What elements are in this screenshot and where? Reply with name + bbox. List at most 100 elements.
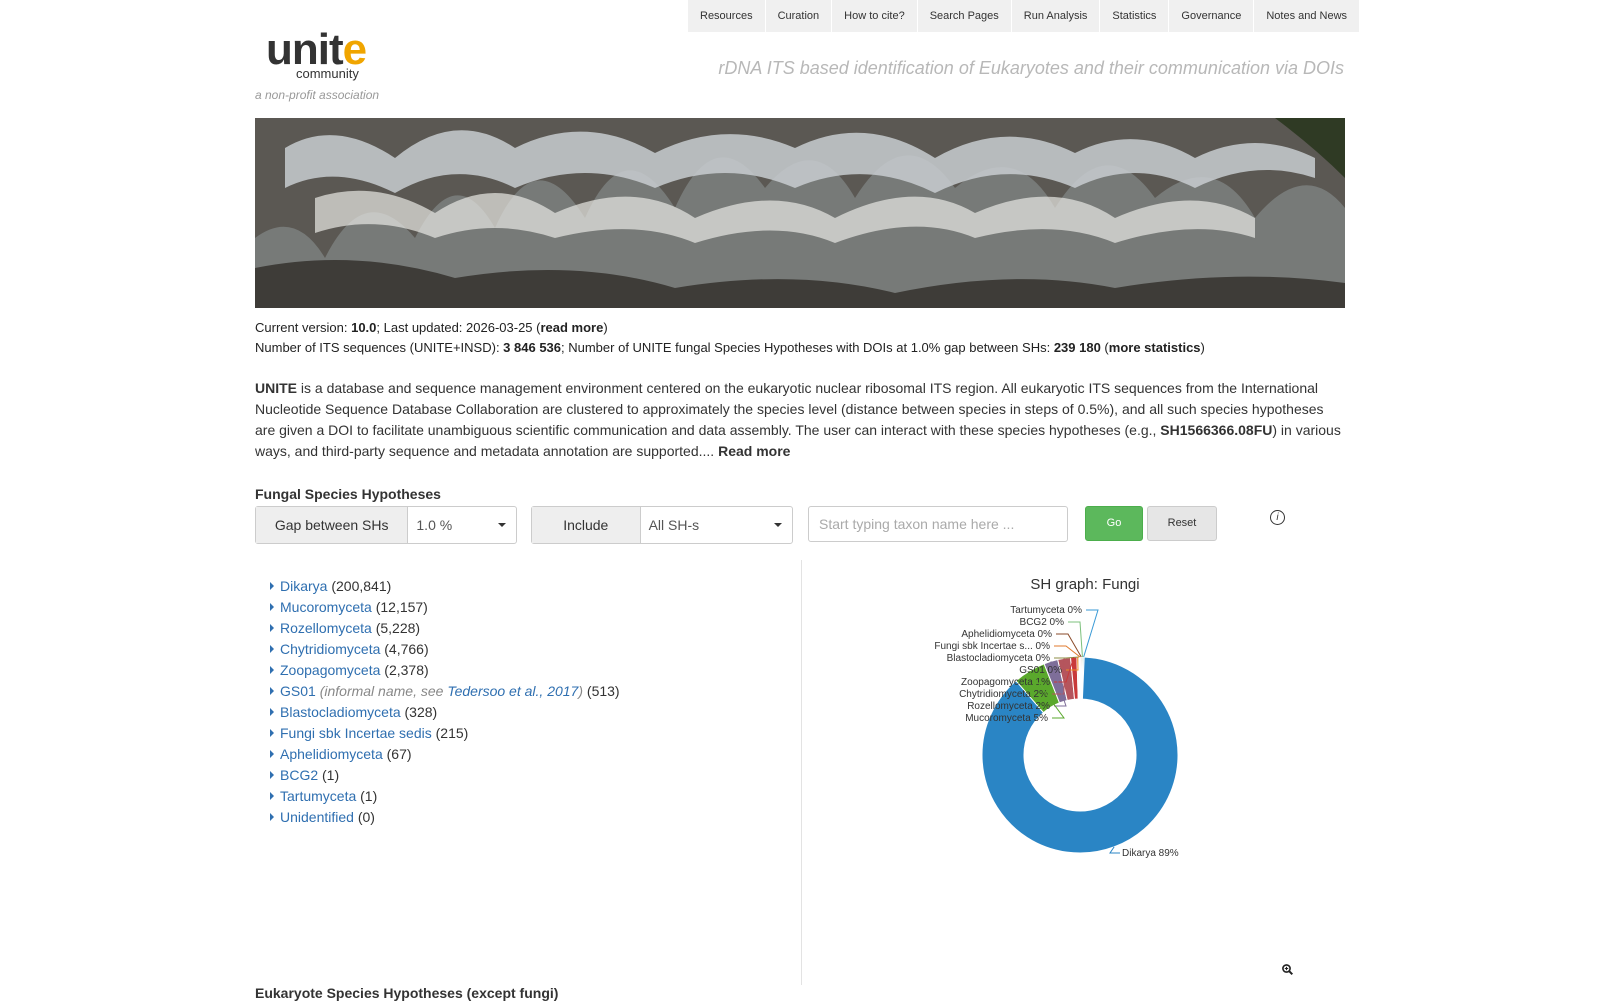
tree-row: Chytridiomyceta (4,766) xyxy=(270,639,620,660)
include-select[interactable]: All SH-s xyxy=(641,507,792,543)
informal-note: (informal name, see xyxy=(319,683,448,699)
version-mid: ; Last updated: 2026-03-25 ( xyxy=(376,320,541,335)
expand-icon[interactable] xyxy=(270,603,274,611)
description-read-more[interactable]: Read more xyxy=(718,443,790,459)
column-divider xyxy=(801,560,802,985)
taxon-link[interactable]: Blastocladiomyceta xyxy=(280,704,401,720)
logo-community: community xyxy=(296,66,359,81)
caret-down-icon xyxy=(498,523,506,527)
taxon-link[interactable]: Fungi sbk Incertae sedis xyxy=(280,725,432,741)
tree-row: Aphelidiomyceta (67) xyxy=(270,744,620,765)
taxon-link[interactable]: Mucoromyceta xyxy=(280,599,372,615)
label-dikarya: Dikarya 89% xyxy=(1122,848,1179,859)
taxon-count: (1) xyxy=(360,788,378,804)
taxon-search-input[interactable]: Start typing taxon name here ... xyxy=(808,506,1068,542)
stats-paren-close: ) xyxy=(1200,340,1205,355)
version-number: 10.0 xyxy=(351,320,377,335)
taxon-link[interactable]: BCG2 xyxy=(280,767,318,783)
expand-icon[interactable] xyxy=(270,582,274,590)
label-bcg2: BCG2 0% xyxy=(1020,617,1065,628)
chart-title: SH graph: Fungi xyxy=(1030,576,1140,593)
nav-curation[interactable]: Curation xyxy=(764,0,832,32)
label-mucoromyceta: Mucoromyceta 5% xyxy=(965,713,1048,724)
fungal-title: Fungal Species Hypotheses xyxy=(255,486,441,502)
taxon-count: (215) xyxy=(435,725,469,741)
tree-row: Unidentified (0) xyxy=(270,807,620,828)
tree-row: GS01 (informal name, see Tedersoo et al.… xyxy=(270,681,620,702)
expand-icon[interactable] xyxy=(270,624,274,632)
taxon-count: (513) xyxy=(586,683,620,699)
headline: rDNA ITS based identification of Eukaryo… xyxy=(718,58,1344,78)
tree-row: Blastocladiomyceta (328) xyxy=(270,702,620,723)
nav-statistics[interactable]: Statistics xyxy=(1099,0,1168,32)
tree-row: Dikarya (200,841) xyxy=(270,576,620,597)
taxon-count: (67) xyxy=(386,746,412,762)
top-nav: Resources Curation How to cite? Search P… xyxy=(688,0,1360,32)
expand-icon[interactable] xyxy=(270,792,274,800)
read-more-link[interactable]: read more xyxy=(540,320,603,335)
label-tartumyceta: Tartumyceta 0% xyxy=(1010,605,1082,616)
taxon-tree: Dikarya (200,841) Mucoromyceta (12,157) … xyxy=(270,576,620,828)
zoom-in-icon[interactable] xyxy=(1282,964,1293,975)
tree-row: Fungi sbk Incertae sedis (215) xyxy=(270,723,620,744)
taxon-link[interactable]: GS01 xyxy=(280,683,316,699)
version-suffix: ) xyxy=(603,320,608,335)
label-line-tartumyceta xyxy=(1083,609,1099,658)
include-label: Include xyxy=(532,507,641,543)
expand-icon[interactable] xyxy=(270,666,274,674)
taxon-link[interactable]: Chytridiomyceta xyxy=(280,641,380,657)
taxon-link[interactable]: Dikarya xyxy=(280,578,327,594)
label-aphelidiomyceta: Aphelidiomyceta 0% xyxy=(961,629,1052,640)
stats-mid: ; Number of UNITE fungal Species Hypothe… xyxy=(561,340,1054,355)
taxon-link[interactable]: Unidentified xyxy=(280,809,354,825)
nav-resources[interactable]: Resources xyxy=(688,0,765,32)
taxon-link[interactable]: Tartumyceta xyxy=(280,788,356,804)
taxon-link[interactable]: Rozellomyceta xyxy=(280,620,372,636)
tree-row: Tartumyceta (1) xyxy=(270,786,620,807)
expand-icon[interactable] xyxy=(270,813,274,821)
taxon-count: (328) xyxy=(404,704,438,720)
expand-icon[interactable] xyxy=(270,771,274,779)
description: UNITE is a database and sequence managem… xyxy=(255,378,1345,462)
version-prefix: Current version: xyxy=(255,320,352,335)
gap-select[interactable]: 1.0 % xyxy=(408,507,516,543)
informal-note-end: ) xyxy=(578,683,584,699)
expand-icon[interactable] xyxy=(270,750,274,758)
sequence-count: 3 846 536 xyxy=(503,340,562,355)
label-blastocladiomyceta: Blastocladiomyceta 0% xyxy=(947,653,1050,664)
go-button[interactable]: Go xyxy=(1085,506,1143,541)
nav-how-to-cite[interactable]: How to cite? xyxy=(831,0,917,32)
label-fungi-sbk-incertae-s: Fungi sbk Incertae s... 0% xyxy=(934,641,1050,652)
expand-icon[interactable] xyxy=(270,708,274,716)
more-statistics-link[interactable]: more statistics xyxy=(1109,340,1201,355)
tree-row: Rozellomyceta (5,228) xyxy=(270,618,620,639)
tedersoo-link[interactable]: Tedersoo et al., 2017 xyxy=(447,683,578,699)
banner-image xyxy=(255,118,1345,308)
stats-prefix: Number of ITS sequences (UNITE+INSD): xyxy=(255,340,504,355)
nav-notes-and-news[interactable]: Notes and News xyxy=(1253,0,1359,32)
expand-icon[interactable] xyxy=(270,729,274,737)
info-icon[interactable]: i xyxy=(1270,510,1285,525)
taxon-link[interactable]: Aphelidiomyceta xyxy=(280,746,383,762)
version-line: Current version: 10.0; Last updated: 202… xyxy=(255,320,608,335)
example-sh-link[interactable]: SH1566366.08FU xyxy=(1160,422,1272,438)
unite-logo[interactable]: unite community xyxy=(266,28,376,84)
expand-icon[interactable] xyxy=(270,687,274,695)
gap-value: 1.0 % xyxy=(416,517,453,533)
taxon-count: (12,157) xyxy=(375,599,428,615)
taxon-count: (5,228) xyxy=(375,620,421,636)
taxon-count: (2,378) xyxy=(384,662,429,678)
taxon-link[interactable]: Zoopagomyceta xyxy=(280,662,380,678)
nav-run-analysis[interactable]: Run Analysis xyxy=(1010,0,1100,32)
reset-button[interactable]: Reset xyxy=(1147,506,1217,541)
label-zoopagomyceta: Zoopagomyceta 1% xyxy=(961,677,1050,688)
tree-row: Mucoromyceta (12,157) xyxy=(270,597,620,618)
taxon-count: (1) xyxy=(322,767,340,783)
stats-paren-open: ( xyxy=(1100,340,1109,355)
taxon-count: (200,841) xyxy=(331,578,392,594)
nav-governance[interactable]: Governance xyxy=(1168,0,1253,32)
fungi-photo xyxy=(255,118,1345,308)
stats-line: Number of ITS sequences (UNITE+INSD): 3 … xyxy=(255,340,1205,355)
nav-search-pages[interactable]: Search Pages xyxy=(916,0,1011,32)
expand-icon[interactable] xyxy=(270,645,274,653)
